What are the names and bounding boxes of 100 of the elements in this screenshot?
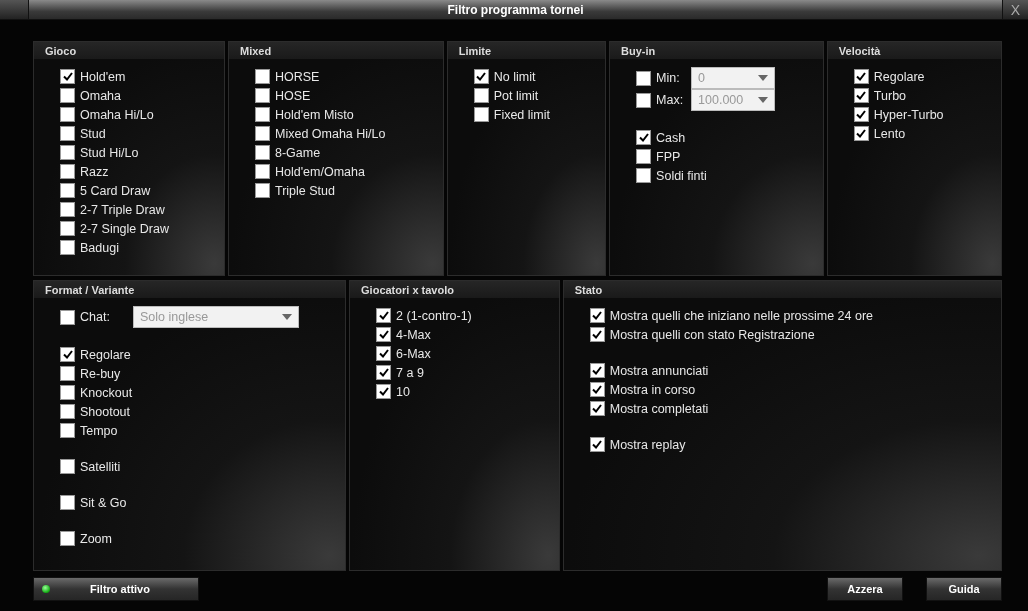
checkbox[interactable] (255, 126, 270, 141)
window-menu-button[interactable] (0, 0, 29, 19)
checkbox-label: Mostra completati (609, 401, 709, 416)
checkbox-label: 8-Game (275, 145, 321, 160)
checkbox[interactable] (60, 202, 75, 217)
checkbox[interactable] (636, 92, 652, 108)
checkbox[interactable] (473, 107, 489, 122)
checkbox[interactable] (60, 107, 75, 122)
checkbox[interactable] (60, 531, 75, 546)
checkbox[interactable] (60, 423, 75, 438)
checkbox-label: Knockout (80, 385, 133, 400)
checkbox[interactable] (589, 382, 605, 397)
checkbox-label: Regolare (873, 69, 925, 84)
checkbox[interactable] (636, 149, 652, 164)
checkbox[interactable] (589, 401, 605, 416)
checkbox-label: Mostra quelli che iniziano nelle prossime 24 ore (609, 308, 874, 323)
checkmark-icon (592, 311, 603, 320)
dropdown[interactable]: 0 (691, 67, 776, 89)
checkbox[interactable] (853, 69, 869, 84)
checkbox[interactable] (60, 404, 75, 419)
checkbox[interactable] (589, 363, 605, 378)
checkmark-icon (476, 72, 487, 81)
checkbox[interactable] (60, 385, 75, 400)
footer-button[interactable]: Azzera (827, 577, 903, 601)
checkbox[interactable] (60, 240, 75, 255)
close-button[interactable]: X (1002, 0, 1028, 19)
checkbox[interactable] (60, 88, 75, 103)
checkbox-label: Mostra annunciati (609, 363, 709, 378)
checkbox-label: Stud Hi/Lo (80, 145, 139, 160)
field-label: Min: (656, 71, 681, 85)
checkbox-label: 10 (396, 384, 410, 399)
checkbox[interactable] (60, 69, 75, 84)
checkbox[interactable] (376, 346, 392, 361)
checkbox[interactable] (60, 309, 75, 325)
checkbox-label: HOSE (275, 88, 311, 103)
checkbox[interactable] (853, 107, 869, 122)
checkbox[interactable] (589, 437, 605, 452)
checkbox-label: Sit & Go (80, 495, 127, 510)
filter-active-button[interactable]: Filtro attivo (33, 577, 199, 601)
checkbox[interactable] (853, 88, 869, 103)
checkmark-icon (378, 311, 389, 320)
checkbox-label: Turbo (873, 88, 907, 103)
checkmark-icon (378, 368, 389, 377)
footer-button[interactable]: Guida (926, 577, 1002, 601)
checkbox[interactable] (255, 88, 270, 103)
checkbox[interactable] (60, 145, 75, 160)
checkbox[interactable] (60, 366, 75, 381)
checkbox[interactable] (376, 327, 392, 342)
checkmark-icon (592, 330, 603, 339)
dropdown-arrow-icon (758, 97, 769, 103)
field-label: Max: (656, 93, 685, 107)
checkbox-label: Razz (80, 164, 109, 179)
checkbox-label: Lento (873, 126, 906, 141)
dropdown-arrow-icon (758, 75, 769, 81)
checkbox[interactable] (60, 126, 75, 141)
checkbox[interactable] (376, 384, 392, 399)
checkbox[interactable] (376, 308, 392, 323)
checkbox[interactable] (60, 347, 75, 362)
checkbox[interactable] (255, 145, 270, 160)
checkbox-label: Soldi finti (656, 168, 707, 183)
checkbox[interactable] (60, 221, 75, 236)
checkbox[interactable] (636, 168, 652, 183)
checkmark-icon (592, 385, 603, 394)
checkbox[interactable] (853, 126, 869, 141)
checkbox-label: 2 (1-contro-1) (396, 308, 472, 323)
checkbox[interactable] (589, 308, 605, 323)
checkbox-label: Cash (656, 130, 686, 145)
checkmark-icon (378, 349, 389, 358)
panel-title: Format / Variante (34, 281, 346, 298)
checkbox[interactable] (60, 183, 75, 198)
checkbox[interactable] (255, 69, 270, 84)
checkbox[interactable] (255, 164, 270, 179)
checkbox[interactable] (473, 88, 489, 103)
checkbox-label: Shootout (80, 404, 131, 419)
panel-title: Velocità (827, 42, 1001, 59)
checkbox[interactable] (589, 327, 605, 342)
checkbox-label: Omaha Hi/Lo (80, 107, 154, 122)
checkmark-icon (592, 366, 603, 375)
checkbox-label: Hyper-Turbo (873, 107, 944, 122)
checkbox-label: 2-7 Single Draw (80, 221, 169, 236)
checkbox[interactable] (60, 459, 75, 474)
dropdown[interactable]: Solo inglese (133, 306, 299, 328)
checkbox-label: Triple Stud (275, 183, 335, 198)
checkbox-label: Hold'em/Omaha (275, 164, 365, 179)
dropdown[interactable]: 100.000 (691, 89, 776, 111)
checkbox[interactable] (60, 495, 75, 510)
checkbox[interactable] (376, 365, 392, 380)
checkbox-label: FPP (656, 149, 681, 164)
checkbox[interactable] (60, 164, 75, 179)
checkbox-label: 6-Max (396, 346, 431, 361)
checkbox-label: Pot limit (493, 88, 539, 103)
checkmark-icon (378, 387, 389, 396)
panel-title: Stato (563, 281, 1001, 298)
checkbox[interactable] (636, 130, 652, 145)
checkmark-icon (856, 91, 867, 100)
checkbox[interactable] (255, 107, 270, 122)
checkbox[interactable] (473, 69, 489, 84)
checkbox[interactable] (255, 183, 270, 198)
field-label: Chat: (80, 310, 110, 324)
checkbox[interactable] (636, 70, 652, 86)
